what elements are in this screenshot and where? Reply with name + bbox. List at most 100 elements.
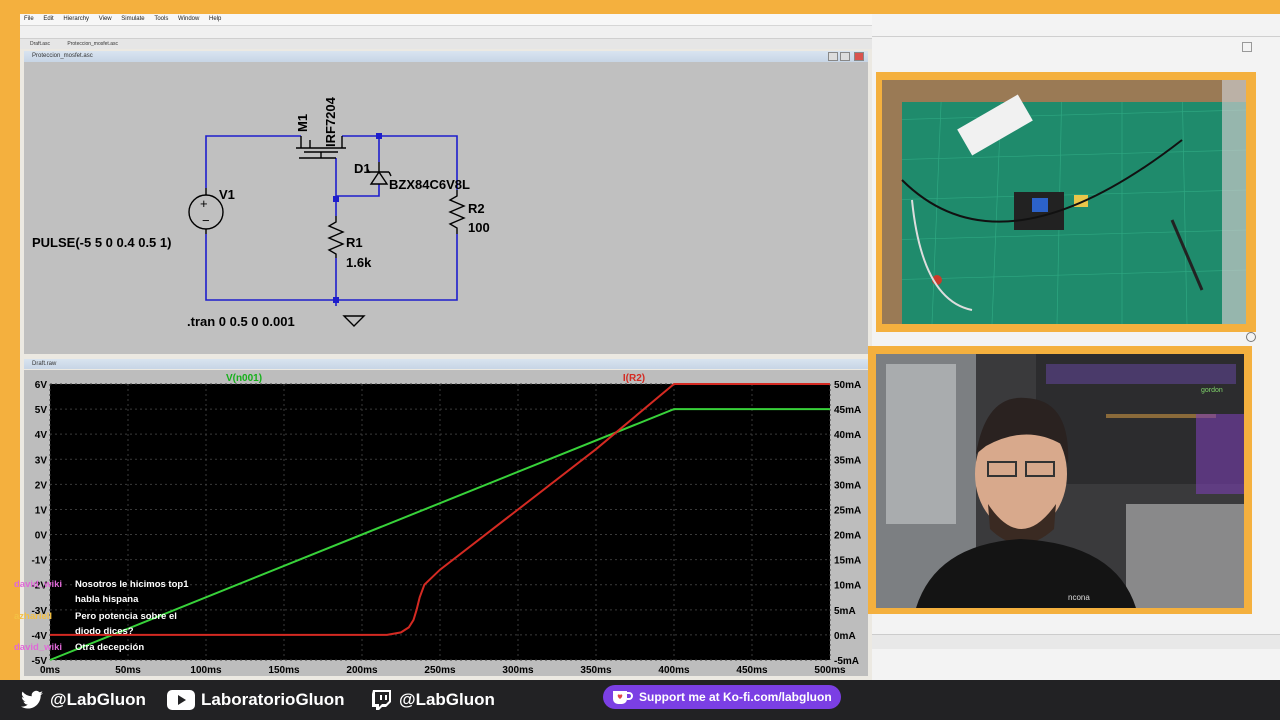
- schematic-svg: + − M1 IRF7204 D1 BZX84C6V8L V1 PULSE(-5…: [32, 96, 490, 329]
- x-tick-label: 50ms: [115, 665, 141, 676]
- stream-frame-top: [0, 0, 1280, 14]
- twitter-icon: [21, 690, 43, 709]
- voltage-source-v1-symbol[interactable]: + −: [188, 188, 224, 234]
- maximize-button[interactable]: [840, 52, 850, 61]
- shirt-text: ncona: [1068, 593, 1090, 602]
- chat-line: Nosotros le hicimos top1: [75, 579, 189, 590]
- y-right-tick-label: 30mA: [834, 480, 861, 491]
- y-right-tick-label: 40mA: [834, 430, 861, 441]
- x-tick-label: 450ms: [736, 665, 768, 676]
- workbench-camera-feed: [882, 80, 1246, 324]
- twitch-label: @LabGluon: [399, 690, 495, 709]
- y-right-tick-label: 50mA: [834, 380, 861, 391]
- y-right-tick-label: 45mA: [834, 405, 861, 416]
- ground-symbol: [342, 315, 366, 327]
- x-tick-label: 300ms: [502, 665, 534, 676]
- twitch-handle[interactable]: @LabGluon: [371, 688, 495, 712]
- chat-message: Nosotros le hicimos top1 habla hispana: [75, 577, 225, 607]
- schematic-titlebar: Proteccion_mosfet.asc: [24, 51, 868, 62]
- youtube-channel[interactable]: LaboratorioGluon: [167, 688, 345, 712]
- y-right-tick-label: 10mA: [834, 581, 861, 592]
- x-tick-label: 150ms: [268, 665, 300, 676]
- chat-message: Pero potencia sobre el diodo dices?: [75, 609, 225, 639]
- y-left-tick-label: 2V: [35, 480, 48, 491]
- y-right-tick-label: 20mA: [834, 531, 861, 542]
- youtube-label: LaboratorioGluon: [201, 690, 345, 709]
- minimize-button[interactable]: [828, 52, 838, 61]
- y-right-tick-label: 0mA: [834, 631, 856, 642]
- menu-edit[interactable]: Edit: [43, 16, 53, 22]
- r1-name-label: R1: [346, 235, 363, 250]
- twitter-label: @LabGluon: [50, 690, 146, 709]
- d1-model-label: BZX84C6V8L: [389, 177, 470, 192]
- tool-icon[interactable]: [1242, 42, 1252, 52]
- menu-bar: File Edit Hierarchy View Simulate Tools …: [20, 14, 872, 26]
- d1-name-label: D1: [354, 161, 371, 176]
- chat-username: david_wiki: [14, 642, 63, 653]
- webcam-feed: ncona gordon: [876, 354, 1244, 608]
- chat-line: habla hispana: [75, 594, 139, 605]
- menu-hierarchy[interactable]: Hierarchy: [63, 16, 89, 22]
- resistor-r2-symbol[interactable]: [448, 190, 466, 234]
- tab-draft[interactable]: Draft.asc: [30, 41, 50, 47]
- mosfet-m1-symbol[interactable]: [296, 136, 346, 159]
- chat-line: Pero potencia sobre el: [75, 611, 177, 622]
- tool-icon[interactable]: [1246, 332, 1256, 342]
- menu-help[interactable]: Help: [209, 16, 221, 22]
- chat-username: david_wiki: [14, 579, 63, 590]
- waveform-titlebar: Draft.raw: [24, 359, 868, 369]
- document-tabs: Draft.asc Proteccion_mosfet.asc: [20, 39, 872, 49]
- menu-file[interactable]: File: [24, 16, 34, 22]
- close-button[interactable]: [854, 52, 864, 61]
- menu-window[interactable]: Window: [178, 16, 199, 22]
- y-right-tick-label: 15mA: [834, 556, 861, 567]
- x-tick-label: 250ms: [424, 665, 456, 676]
- y-left-tick-label: 3V: [35, 455, 48, 466]
- r2-value-label: 100: [468, 220, 490, 235]
- m1-model-label: IRF7204: [323, 96, 338, 147]
- junction-dots: [333, 133, 382, 303]
- y-left-tick-label: -5V: [31, 656, 47, 667]
- x-tick-label: 200ms: [346, 665, 378, 676]
- y-left-tick-label: -4V: [31, 631, 47, 642]
- x-tick-label: 400ms: [658, 665, 690, 676]
- y-right-tick-label: 25mA: [834, 505, 861, 516]
- webcam-scene: ncona gordon: [876, 354, 1244, 608]
- x-tick-label: 100ms: [190, 665, 222, 676]
- y-right-tick-label: 5mA: [834, 606, 856, 617]
- y-left-tick-label: 4V: [35, 430, 48, 441]
- m1-name-label: M1: [295, 114, 310, 132]
- tran-directive[interactable]: .tran 0 0.5 0 0.001: [187, 314, 295, 329]
- series-label-ir2[interactable]: I(R2): [623, 373, 645, 384]
- v1-value-label: PULSE(-5 5 0 0.4 0.5 1): [32, 235, 171, 250]
- y-left-tick-label: 1V: [35, 505, 48, 516]
- svg-text:−: −: [202, 213, 210, 228]
- chat-line: diodo dices?: [75, 626, 134, 637]
- resistor-r1-symbol[interactable]: [327, 216, 345, 258]
- menu-tools[interactable]: Tools: [154, 16, 168, 22]
- tab-proteccion[interactable]: Proteccion_mosfet.asc: [67, 41, 118, 47]
- shelf-tag: gordon: [1201, 387, 1223, 394]
- twitch-icon: [372, 690, 391, 710]
- waveform-title: Draft.raw: [32, 361, 57, 367]
- youtube-icon: [167, 690, 195, 710]
- kofi-banner[interactable]: Support me at Ko-fi.com/labgluon: [603, 685, 841, 709]
- r1-value-label: 1.6k: [346, 255, 372, 270]
- svg-text:+: +: [200, 196, 208, 211]
- kofi-label: Support me at Ko-fi.com/labgluon: [639, 690, 832, 704]
- menu-simulate[interactable]: Simulate: [121, 16, 144, 22]
- wires: [205, 135, 458, 301]
- workbench-scene: [882, 80, 1246, 324]
- v1-name-label: V1: [219, 187, 235, 202]
- y-left-tick-label: 6V: [35, 380, 48, 391]
- schematic-canvas[interactable]: + − M1 IRF7204 D1 BZX84C6V8L V1 PULSE(-5…: [24, 62, 868, 354]
- y-left-tick-label: 5V: [35, 405, 48, 416]
- series-label-vn001[interactable]: V(n001): [226, 373, 262, 384]
- twitter-handle[interactable]: @LabGluon: [20, 688, 146, 712]
- y-left-tick-label: 0V: [35, 531, 48, 542]
- chat-line: Otra decepción: [75, 642, 145, 653]
- y-left-tick-label: -1V: [31, 556, 47, 567]
- x-tick-label: 350ms: [580, 665, 612, 676]
- menu-view[interactable]: View: [99, 16, 112, 22]
- schematic-title: Proteccion_mosfet.asc: [32, 53, 93, 59]
